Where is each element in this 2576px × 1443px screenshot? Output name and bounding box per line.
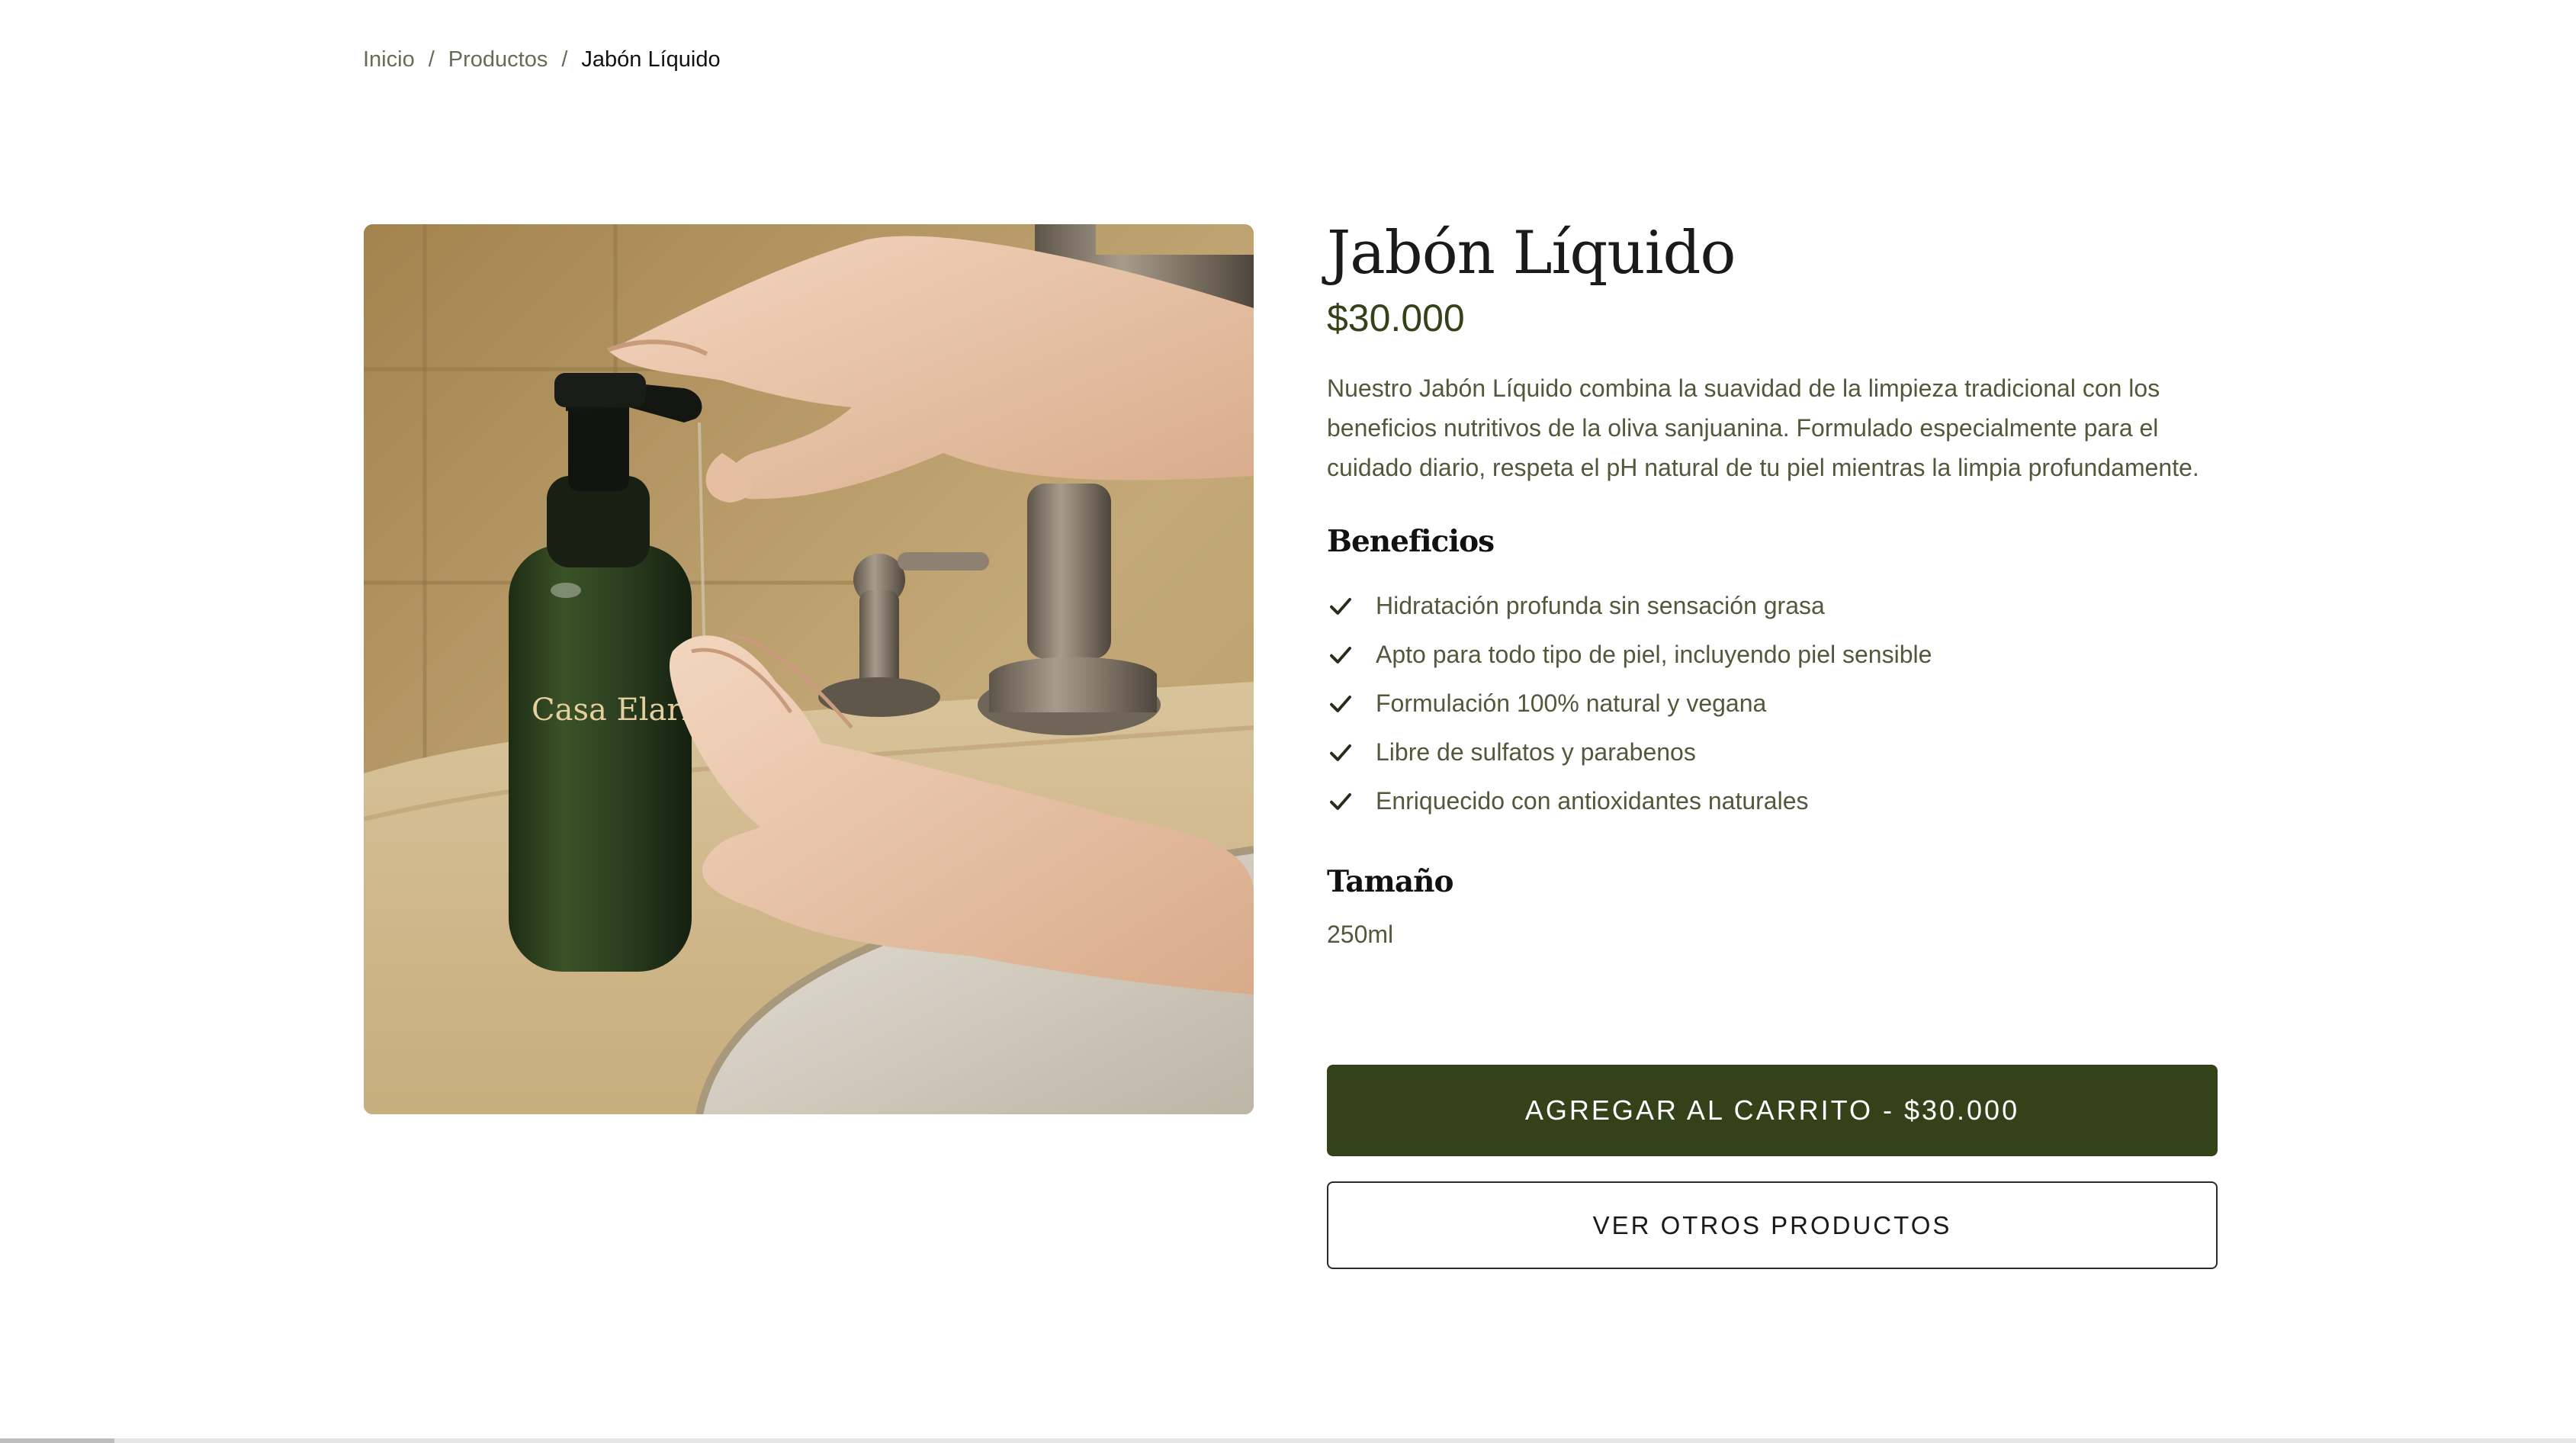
- breadcrumb-separator: /: [428, 47, 435, 72]
- check-icon: [1330, 744, 1351, 761]
- benefits-list: Hidratación profunda sin sensación grasa…: [1327, 582, 2218, 826]
- breadcrumb-home-link[interactable]: Inicio: [363, 47, 415, 72]
- product-description: Nuestro Jabón Líquido combina la suavida…: [1327, 374, 2199, 481]
- list-item: Enriquecido con antioxidantes naturales: [1327, 777, 2218, 826]
- add-to-cart-button[interactable]: AGREGAR AL CARRITO - $30.000: [1327, 1065, 2218, 1156]
- product-photo: Casa Elaria: [364, 224, 1254, 1114]
- product-details: Jabón Líquido $30.000 Nuestro Jabón Líqu…: [1327, 219, 2218, 1269]
- list-item: Libre de sulfatos y parabenos: [1327, 728, 2218, 777]
- benefit-text: Enriquecido con antioxidantes naturales: [1376, 787, 1809, 815]
- product-title: Jabón Líquido: [1327, 219, 1736, 288]
- benefit-text: Libre de sulfatos y parabenos: [1376, 738, 1696, 766]
- check-icon: [1330, 646, 1351, 664]
- breadcrumb-separator: /: [561, 47, 568, 72]
- check-icon: [1330, 792, 1351, 810]
- size-heading: Tamaño: [1327, 863, 1453, 899]
- horizontal-scrollbar[interactable]: [0, 1438, 2576, 1443]
- see-other-products-button[interactable]: VER OTROS PRODUCTOS: [1327, 1181, 2218, 1269]
- benefits-heading: Beneficios: [1327, 523, 1495, 559]
- benefit-text: Formulación 100% natural y vegana: [1376, 689, 1767, 718]
- list-item: Formulación 100% natural y vegana: [1327, 680, 2218, 728]
- benefit-text: Hidratación profunda sin sensación grasa: [1376, 592, 1825, 620]
- breadcrumb: Inicio / Productos / Jabón Líquido: [363, 47, 721, 72]
- breadcrumb-current: Jabón Líquido: [581, 47, 721, 72]
- check-icon: [1330, 695, 1351, 712]
- check-icon: [1330, 597, 1351, 615]
- size-value: 250ml: [1327, 920, 1394, 948]
- product-price: $30.000: [1327, 296, 1465, 339]
- scrollbar-thumb[interactable]: [0, 1438, 114, 1443]
- benefit-text: Apto para todo tipo de piel, incluyendo …: [1376, 641, 1932, 669]
- list-item: Apto para todo tipo de piel, incluyendo …: [1327, 631, 2218, 680]
- list-item: Hidratación profunda sin sensación grasa: [1327, 582, 2218, 631]
- product-image: Casa Elaria: [364, 224, 1254, 1114]
- breadcrumb-products-link[interactable]: Productos: [448, 47, 548, 72]
